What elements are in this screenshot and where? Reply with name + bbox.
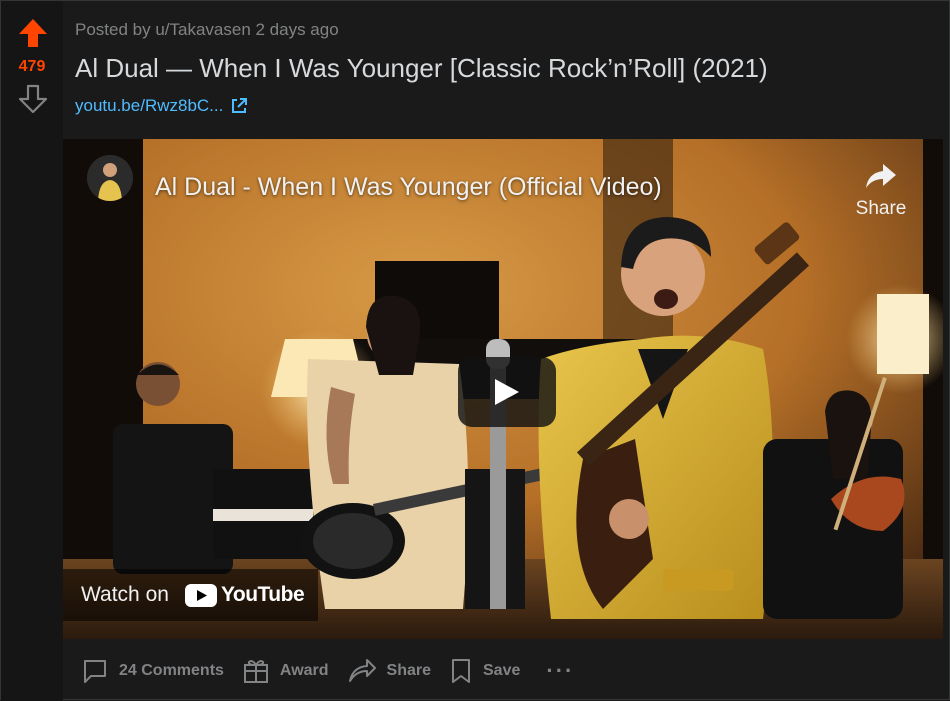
bookmark-icon: [452, 659, 470, 683]
upvote-arrow-icon[interactable]: [17, 17, 49, 49]
vote-column: 479: [1, 1, 63, 701]
share-label: Share: [386, 662, 431, 679]
gift-icon: [243, 660, 268, 683]
post-title[interactable]: Al Dual — When I Was Younger [Classic Ro…: [75, 53, 768, 84]
external-link-icon[interactable]: [230, 97, 248, 115]
youtube-logo: YouTube: [184, 583, 305, 607]
play-icon: [495, 379, 519, 405]
save-label: Save: [483, 662, 521, 679]
more-options-button[interactable]: ···: [546, 658, 574, 684]
post-link[interactable]: youtu.be/Rwz8bC...: [75, 96, 248, 116]
post-card: 479 Posted by u/Takavasen 2 days ago Al …: [0, 0, 950, 701]
video-share-label: Share: [855, 198, 907, 219]
comment-icon: [84, 660, 106, 683]
share-button[interactable]: Share: [347, 657, 431, 685]
post-link-text[interactable]: youtu.be/Rwz8bC...: [75, 96, 223, 116]
award-label: Award: [279, 662, 329, 679]
video-share-button[interactable]: Share: [845, 161, 917, 220]
comments-label: 24 Comments: [119, 662, 224, 679]
play-button[interactable]: [458, 357, 556, 427]
video-title[interactable]: Al Dual - When I Was Younger (Official V…: [155, 173, 662, 202]
award-button[interactable]: Award: [242, 657, 329, 685]
post-actions-bar: 24 Comments Award Share Save ···: [63, 641, 943, 701]
share-arrow-icon: [866, 164, 896, 188]
comments-button[interactable]: 24 Comments: [81, 657, 224, 685]
watch-on-label: Watch on: [81, 583, 169, 606]
video-embed[interactable]: Al Dual - When I Was Younger (Official V…: [63, 139, 943, 639]
share-icon: [348, 659, 376, 682]
post-meta: Posted by u/Takavasen 2 days ago: [75, 20, 339, 39]
watch-on-youtube-button[interactable]: Watch on YouTube: [63, 569, 319, 621]
downvote-arrow-icon[interactable]: [17, 83, 49, 115]
save-button[interactable]: Save: [449, 657, 520, 685]
vote-score: 479: [18, 58, 46, 75]
channel-avatar[interactable]: [87, 155, 133, 201]
youtube-icon: [184, 583, 217, 607]
youtube-wordmark: YouTube: [220, 583, 305, 606]
